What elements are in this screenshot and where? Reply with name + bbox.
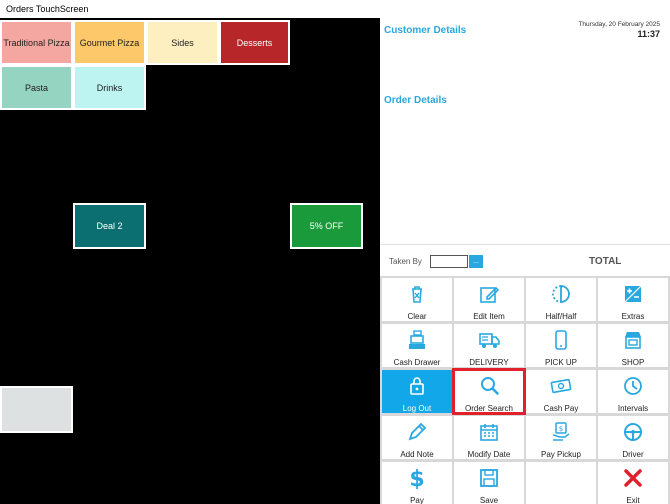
- deal-label: Deal 2: [96, 221, 123, 231]
- save-icon: [478, 467, 500, 494]
- taken-by-label: Taken By: [389, 257, 422, 266]
- plus-minus-icon: [622, 283, 644, 310]
- deal-2-button[interactable]: Deal 2: [73, 203, 146, 249]
- button-label: DELIVERY: [469, 358, 509, 367]
- search-icon: [478, 375, 500, 402]
- button-label: Order Search: [464, 404, 514, 413]
- category-drinks[interactable]: Drinks: [73, 65, 146, 110]
- category-traditional-pizza[interactable]: Traditional Pizza: [0, 20, 73, 65]
- category-label: Gourmet Pizza: [79, 37, 140, 48]
- pay-button[interactable]: $ Pay: [382, 462, 452, 504]
- menu-area: Traditional Pizza Gourmet Pizza Sides De…: [0, 18, 380, 504]
- cash-drawer-button[interactable]: Cash Drawer: [382, 324, 452, 367]
- window-title: Orders TouchScreen: [0, 0, 670, 18]
- function-button-grid: Clear Edit Item Half/Half Extras Cash Drawer…: [380, 276, 670, 504]
- pencil-icon: [406, 421, 428, 448]
- customer-details-title: Customer Details: [384, 25, 467, 36]
- driver-button[interactable]: Driver: [598, 416, 668, 459]
- category-sides[interactable]: Sides: [146, 20, 219, 65]
- cash-pay-button[interactable]: Cash Pay: [526, 370, 596, 413]
- current-date: Thursday, 20 February 2025: [578, 21, 660, 28]
- category-label: Drinks: [96, 82, 123, 93]
- category-desserts[interactable]: Desserts: [219, 20, 290, 65]
- svg-text:$: $: [409, 467, 424, 489]
- button-label: Cash Pay: [543, 404, 579, 413]
- button-label: Save: [479, 496, 499, 504]
- button-label: Log Out: [402, 404, 432, 413]
- button-label: Pay: [410, 496, 424, 504]
- pay-pickup-button[interactable]: $ Pay Pickup: [526, 416, 596, 459]
- shop-button[interactable]: SHOP: [598, 324, 668, 367]
- pick-up-button[interactable]: PICK UP: [526, 324, 596, 367]
- button-label: Intervals: [617, 404, 649, 413]
- category-label: Traditional Pizza: [3, 37, 70, 48]
- half-half-button[interactable]: Half/Half: [526, 278, 596, 321]
- button-label: Exit: [626, 496, 640, 504]
- order-panel: Customer Details Thursday, 20 February 2…: [380, 18, 670, 504]
- category-gourmet-pizza[interactable]: Gourmet Pizza: [73, 20, 146, 65]
- cash-icon: [550, 375, 572, 402]
- order-details-title: Order Details: [384, 95, 447, 106]
- extras-button[interactable]: Extras: [598, 278, 668, 321]
- calendar-icon: [478, 421, 500, 448]
- lock-icon: [406, 375, 428, 402]
- button-label: SHOP: [621, 358, 645, 367]
- dollar-icon: $: [406, 467, 428, 494]
- cash-register-icon: [406, 329, 428, 356]
- button-label: Half/Half: [545, 312, 577, 321]
- svg-text:$: $: [559, 425, 563, 433]
- clock-icon: [622, 375, 644, 402]
- button-label: Extras: [621, 312, 645, 321]
- intervals-button[interactable]: Intervals: [598, 370, 668, 413]
- log-out-button[interactable]: Log Out: [382, 370, 452, 413]
- button-label: Edit Item: [473, 312, 505, 321]
- button-label: Add Note: [400, 450, 434, 459]
- button-label: Pay Pickup: [540, 450, 582, 459]
- category-label: Sides: [171, 37, 194, 48]
- exit-button[interactable]: Exit: [598, 462, 668, 504]
- blank-button[interactable]: [526, 462, 596, 504]
- category-label: Desserts: [236, 37, 273, 48]
- category-label: Pasta: [24, 82, 48, 93]
- exit-icon: [622, 467, 644, 494]
- order-search-button[interactable]: Order Search: [452, 368, 526, 415]
- steering-wheel-icon: [622, 421, 644, 448]
- button-label: PICK UP: [544, 358, 577, 367]
- button-label: Cash Drawer: [393, 358, 441, 367]
- add-note-button[interactable]: Add Note: [382, 416, 452, 459]
- five-percent-off-button[interactable]: 5% OFF: [290, 203, 363, 249]
- current-time: 11:37: [637, 29, 660, 39]
- taken-by-bar: Taken By ... TOTAL: [380, 244, 670, 278]
- taken-by-dropdown-button[interactable]: ...: [469, 255, 483, 268]
- phone-icon: [550, 329, 572, 356]
- taken-by-input[interactable]: [430, 255, 468, 268]
- clear-button[interactable]: Clear: [382, 278, 452, 321]
- edit-item-button[interactable]: Edit Item: [454, 278, 524, 321]
- button-label: Driver: [622, 450, 644, 459]
- button-label: Modify Date: [467, 450, 511, 459]
- button-label: Clear: [407, 312, 427, 321]
- half-circle-icon: [550, 283, 572, 310]
- truck-icon: [478, 329, 500, 356]
- delivery-button[interactable]: DELIVERY: [454, 324, 524, 367]
- blank-tile-button[interactable]: [0, 386, 73, 433]
- edit-icon: [478, 283, 500, 310]
- modify-date-button[interactable]: Modify Date: [454, 416, 524, 459]
- category-pasta[interactable]: Pasta: [0, 65, 73, 110]
- shop-icon: [622, 329, 644, 356]
- hand-money-icon: $: [550, 421, 572, 448]
- total-label: TOTAL: [589, 256, 622, 267]
- deal-label: 5% OFF: [309, 221, 344, 231]
- trash-icon: [406, 283, 428, 310]
- save-button[interactable]: Save: [454, 462, 524, 504]
